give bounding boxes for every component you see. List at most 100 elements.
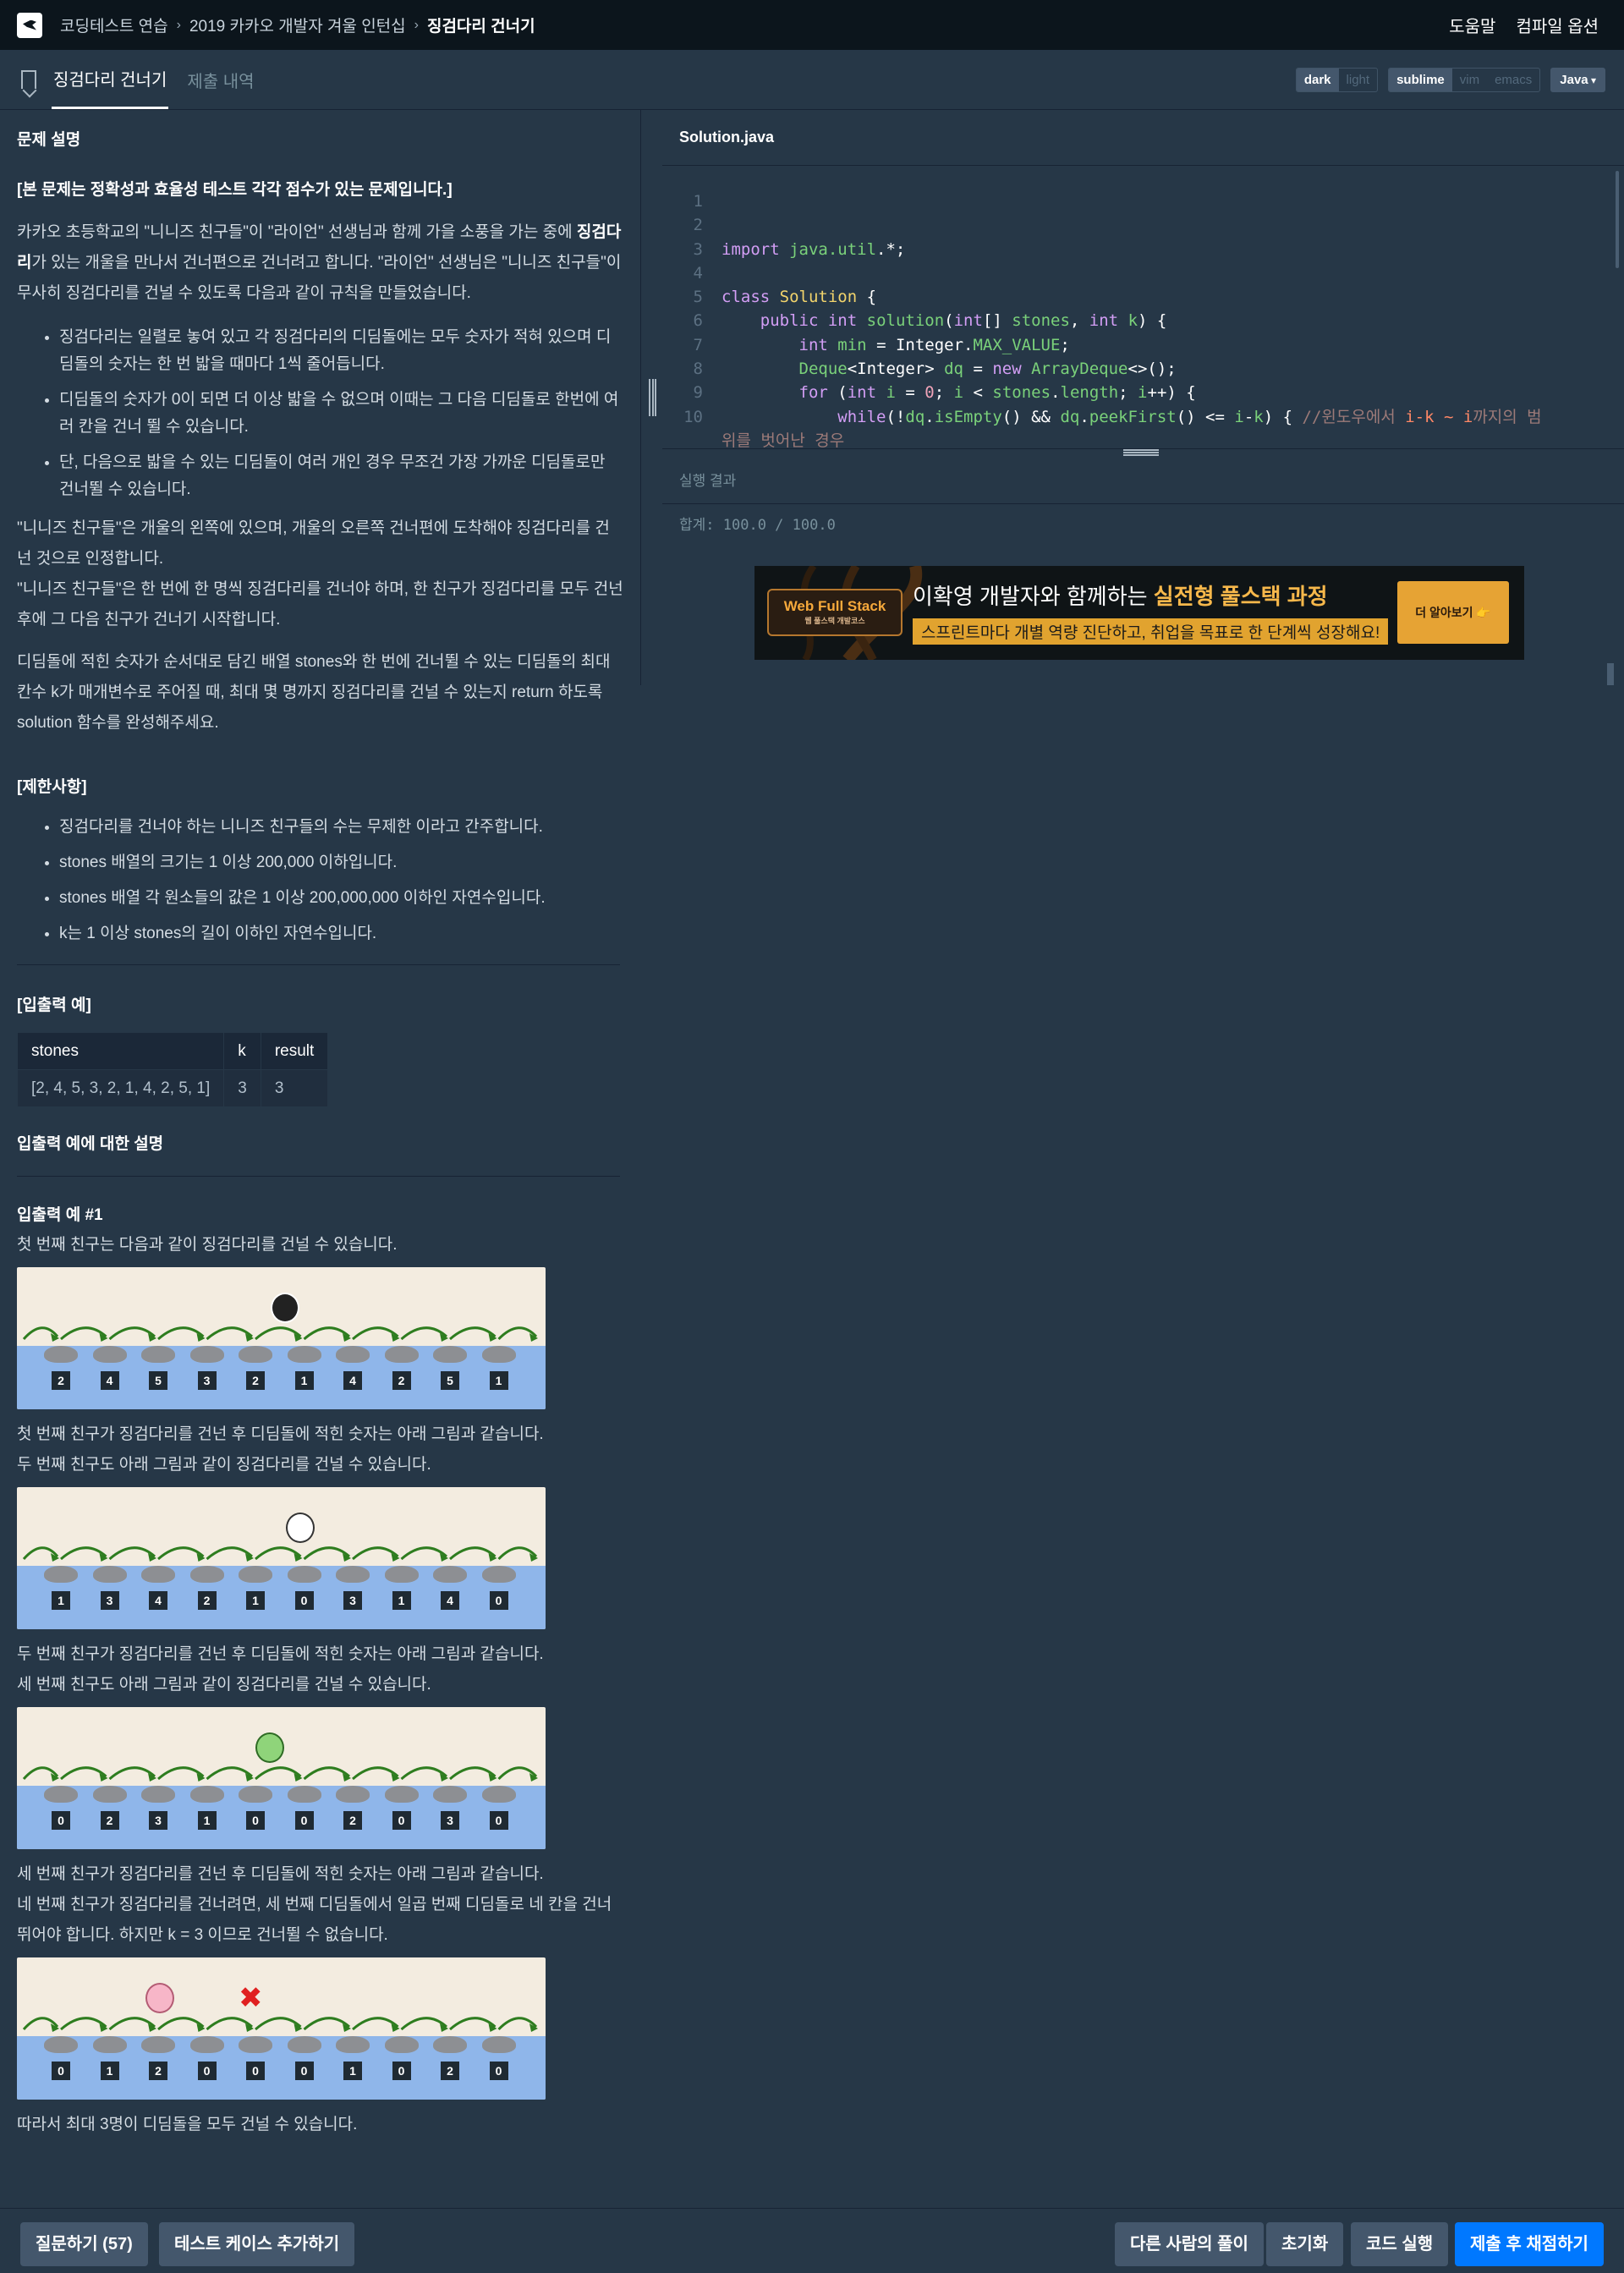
stepping-stone — [336, 2036, 370, 2053]
stepping-stone — [433, 2036, 467, 2053]
keymap-vim-option[interactable]: vim — [1452, 69, 1487, 91]
list-item: stones 배열의 크기는 1 이상 200,000 이하입니다. — [59, 849, 623, 876]
stone-number: 1 — [52, 1591, 70, 1610]
theme-dark-option[interactable]: dark — [1296, 68, 1339, 91]
stone-number: 2 — [52, 1371, 70, 1390]
list-item: 디딤돌의 숫자가 0이 되면 더 이상 밟을 수 없으며 이때는 그 다음 디딤… — [59, 387, 623, 441]
ad-banner[interactable]: Web Full Stack 웹 풀스택 개발코스 이확영 개발자와 함께하는 … — [754, 566, 1524, 660]
reset-button[interactable]: 초기화 — [1266, 2222, 1344, 2266]
code-line: int min = Integer.MAX_VALUE; — [798, 335, 1070, 354]
jump-arrow — [449, 1766, 497, 1781]
list-item: k는 1 이상 stones의 길이 이하인 자연수입니다. — [59, 920, 623, 947]
jump-arrow — [108, 2017, 156, 2031]
example-text: 세 번째 친구가 징검다리를 건넌 후 디딤돌에 적힌 숫자는 아래 그림과 같… — [17, 1865, 544, 1883]
stepping-stone — [481, 1346, 516, 1363]
line-number: 3 — [693, 239, 703, 259]
stepping-stone — [44, 1786, 78, 1803]
io-explanation-title: 입출력 예에 대한 설명 — [17, 1135, 164, 1153]
example-text: 두 번째 친구가 징검다리를 건넌 후 디딤돌에 적힌 숫자는 아래 그림과 같… — [17, 1645, 544, 1663]
line-number: 6 — [693, 311, 703, 331]
stone-number: 1 — [343, 2062, 362, 2080]
stone-number: 0 — [52, 2062, 70, 2080]
jump-arrow — [303, 1546, 350, 1561]
others-solutions-button[interactable]: 다른 사람의 풀이 — [1115, 2222, 1264, 2266]
add-testcase-button[interactable]: 테스트 케이스 추가하기 — [159, 2222, 355, 2266]
problem-description-panel: 문제 설명 [본 문제는 정확성과 효율성 테스트 각각 점수가 있는 문제입니… — [0, 110, 640, 2208]
drag-handle-icon[interactable] — [649, 379, 656, 416]
compile-options-link[interactable]: 컴파일 옵션 — [1516, 13, 1599, 37]
stepping-stone — [189, 2036, 224, 2053]
result-scrollbar[interactable] — [1607, 663, 1614, 685]
jump-arrow — [352, 1546, 399, 1561]
editor-scrollbar[interactable] — [1616, 171, 1619, 268]
bottom-action-bar: 질문하기 (57) 테스트 케이스 추가하기 다른 사람의 풀이 초기화 코드 … — [0, 2208, 1624, 2273]
breadcrumb-coding-test[interactable]: 코딩테스트 연습 — [60, 14, 168, 36]
stone-number: 3 — [343, 1591, 362, 1610]
stone-number: 2 — [197, 1591, 217, 1610]
example-figure-4: 0 1 2 0 0 0 1 0 2 0 ✖ — [17, 1957, 546, 2100]
tab-problem[interactable]: 징검다리 건너기 — [52, 50, 169, 109]
stepping-stone — [287, 1346, 321, 1363]
jump-arrow — [206, 1326, 253, 1341]
jump-arrow — [108, 1326, 156, 1341]
line-number: 4 — [693, 263, 703, 283]
stone-number: 5 — [149, 1371, 167, 1390]
stone-number: 2 — [343, 1811, 362, 1830]
stone-number: 1 — [197, 1811, 217, 1830]
theme-light-option[interactable]: light — [1339, 69, 1378, 91]
chevron-right-icon: › — [176, 17, 181, 32]
stepping-stone — [481, 1786, 516, 1803]
stepping-stone — [481, 1566, 516, 1583]
stone-number: 3 — [441, 1811, 459, 1830]
run-code-button[interactable]: 코드 실행 — [1351, 2222, 1449, 2266]
stepping-stone — [481, 2036, 516, 2053]
language-select[interactable]: Java — [1550, 67, 1605, 92]
stepping-stone — [384, 1346, 419, 1363]
example-figure-1: 2 4 5 3 2 1 4 2 5 1 — [17, 1267, 546, 1409]
ad-cta-button[interactable]: 더 알아보기 👉 — [1397, 581, 1509, 644]
jump-arrow — [60, 1326, 107, 1341]
keymap-sublime-option[interactable]: sublime — [1389, 68, 1452, 91]
jump-arrow — [206, 2017, 253, 2031]
result-title: 실행 결과 — [662, 455, 1624, 504]
panel-resize-handle[interactable] — [640, 110, 662, 685]
stone-number: 0 — [294, 1591, 314, 1610]
line-number: 2 — [693, 216, 703, 235]
jump-arrow — [157, 2017, 205, 2031]
stepping-stone — [141, 2036, 175, 2053]
stone-number: 1 — [392, 1591, 411, 1610]
help-link[interactable]: 도움말 — [1449, 13, 1495, 37]
breadcrumb-current: 징검다리 건너기 — [426, 18, 535, 36]
table-cell: 3 — [260, 1069, 329, 1107]
stepping-stone — [433, 1346, 467, 1363]
example-figure-2: 1 3 4 2 1 0 3 1 4 0 — [17, 1487, 546, 1629]
submit-button[interactable]: 제출 후 채점하기 — [1455, 2222, 1604, 2266]
stepping-stone — [287, 1786, 321, 1803]
penguin-character-icon — [271, 1293, 299, 1323]
stone-number: 5 — [441, 1371, 459, 1390]
stone-number: 0 — [489, 1811, 508, 1830]
constraints-list: 징검다리를 건너야 하는 니니즈 친구들의 수는 무제한 이라고 간주합니다. … — [59, 814, 623, 947]
example-text: 네 번째 친구가 징검다리를 건너려면, 세 번째 디딤돌에서 일곱 번째 디딤… — [17, 1896, 612, 1944]
table-cell: 3 — [223, 1069, 261, 1107]
stone-number: 0 — [294, 2062, 314, 2080]
tab-submission-history[interactable]: 제출 내역 — [185, 50, 255, 109]
section-title: 문제 설명 — [17, 131, 81, 149]
paragraph: "니니즈 친구들"은 한 번에 한 명씩 징검다리를 건너야 하며, 한 친구가… — [17, 580, 623, 629]
jump-arrow — [108, 1766, 156, 1781]
blocked-x-icon: ✖ — [239, 1982, 263, 2014]
stone-number: 2 — [149, 2062, 167, 2080]
stepping-stone — [44, 1346, 78, 1363]
ask-question-button[interactable]: 질문하기 (57) — [20, 2222, 148, 2266]
code-line: public int solution(int[] stones, int k)… — [760, 311, 1167, 331]
example-text: 따라서 최대 3명이 디딤돌을 모두 건널 수 있습니다. — [17, 2116, 358, 2133]
bookmark-icon[interactable] — [21, 70, 36, 89]
tab-bar: 징검다리 건너기 제출 내역 dark light sublime vim em… — [0, 50, 1624, 110]
table-cell: [2, 4, 5, 3, 2, 1, 4, 2, 5, 1] — [16, 1069, 225, 1107]
breadcrumb-kakao-internship[interactable]: 2019 카카오 개발자 겨울 인턴십 — [189, 14, 406, 36]
jump-arrow — [303, 2017, 350, 2031]
code-editor[interactable]: 1 2 3 import java.util.*; 4 5 class Soluti… — [662, 166, 1624, 448]
programmers-logo-icon[interactable] — [17, 12, 42, 38]
keymap-emacs-option[interactable]: emacs — [1487, 69, 1539, 91]
horizontal-resize-handle[interactable] — [662, 448, 1624, 456]
